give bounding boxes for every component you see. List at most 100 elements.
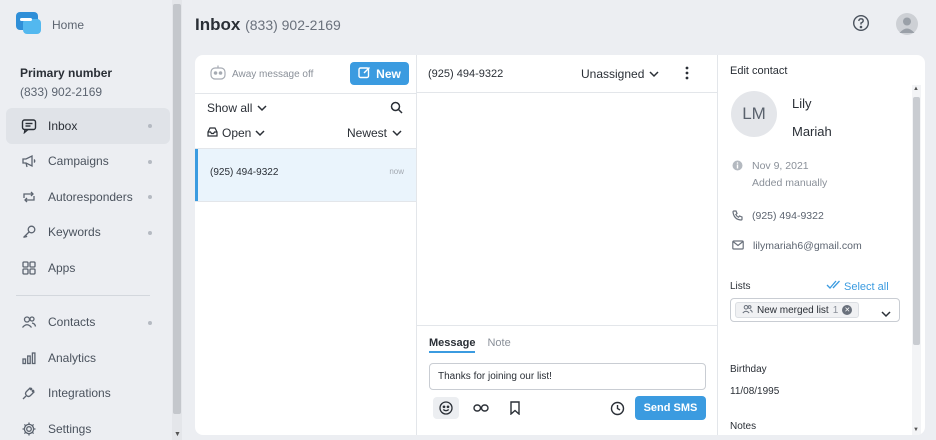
phone-icon xyxy=(732,210,743,224)
lists-label: Lists xyxy=(730,281,751,292)
sidebar-item-keywords[interactable]: Keywords xyxy=(6,215,170,251)
double-check-icon xyxy=(826,280,841,293)
avatar: LM xyxy=(731,91,777,137)
contact-scrollbar[interactable]: ▲ ▼ xyxy=(912,85,921,435)
tab-note[interactable]: Note xyxy=(487,337,510,353)
grid-icon xyxy=(20,259,38,277)
list-chip-label: New merged list xyxy=(757,304,829,316)
sidebar-item-integrations[interactable]: Integrations xyxy=(6,376,170,412)
primary-number-block: Primary number (833) 902-2169 xyxy=(20,66,112,99)
sidebar-item-label: Settings xyxy=(48,421,92,436)
status-dot xyxy=(148,195,152,199)
clock-icon[interactable] xyxy=(604,397,630,419)
away-message-toggle[interactable]: Away message off xyxy=(209,65,313,84)
contact-phone[interactable]: (925) 494-9322 xyxy=(752,210,824,222)
search-icon[interactable] xyxy=(390,101,403,119)
scroll-down-arrow-icon[interactable]: ▼ xyxy=(913,427,919,433)
show-filter-label: Show all xyxy=(207,101,253,115)
select-all-link[interactable]: Select all xyxy=(826,280,889,293)
divider xyxy=(195,201,417,202)
send-sms-button[interactable]: Send SMS xyxy=(635,396,706,420)
scroll-up-arrow-icon[interactable]: ▲ xyxy=(913,86,919,92)
assignee-dropdown[interactable]: Unassigned xyxy=(581,67,659,81)
plug-icon xyxy=(20,384,38,402)
scrollbar-thumb[interactable] xyxy=(913,97,920,345)
status-filter-dropdown[interactable]: Open xyxy=(207,126,265,140)
sidebar-item-contacts[interactable]: Contacts xyxy=(6,305,170,341)
home-label: Home xyxy=(52,18,85,32)
birthday-value[interactable]: 11/08/1995 xyxy=(730,386,779,397)
more-options-icon[interactable] xyxy=(685,66,689,85)
conversation-list-panel: Away message off New Show all Open Newes… xyxy=(195,55,417,435)
bookmark-icon[interactable] xyxy=(502,397,528,419)
status-dot xyxy=(148,124,152,128)
megaphone-icon xyxy=(20,152,38,170)
sidebar-divider xyxy=(16,294,150,296)
emoji-icon[interactable] xyxy=(433,397,459,419)
sidebar-item-label: Inbox xyxy=(48,118,78,133)
help-icon[interactable] xyxy=(852,14,870,37)
home-link[interactable]: Home xyxy=(14,10,84,40)
conversation-panel: (925) 494-9322 Unassigned Message Note T… xyxy=(417,55,718,435)
scrollbar-thumb[interactable] xyxy=(173,4,181,414)
edit-contact-title: Edit contact xyxy=(730,65,788,77)
scroll-down-arrow-icon[interactable]: ▼ xyxy=(174,431,181,438)
robot-icon xyxy=(209,65,227,84)
chevron-down-icon xyxy=(255,126,265,140)
birthday-label: Birthday xyxy=(730,364,767,375)
sort-label: Newest xyxy=(346,126,387,140)
primary-number-title: Primary number xyxy=(20,66,113,80)
contact-added-date: Nov 9, 2021 xyxy=(752,160,809,172)
sidebar-item-inbox[interactable]: Inbox xyxy=(6,108,170,144)
tab-message[interactable]: Message xyxy=(429,337,476,353)
sidebar-item-analytics[interactable]: Analytics xyxy=(6,340,170,376)
inbox-tray-icon xyxy=(207,126,218,140)
sidebar-item-label: Integrations xyxy=(48,386,111,401)
lists-select[interactable]: New merged list 1 ✕ xyxy=(730,298,900,322)
link-icon[interactable] xyxy=(468,397,494,419)
contact-last-name[interactable]: Mariah xyxy=(792,124,832,139)
contact-email[interactable]: lilymariah6@gmail.com xyxy=(753,240,862,252)
contact-added-info: Nov 9, 2021 Added manually xyxy=(732,160,827,189)
sidebar-item-label: Analytics xyxy=(48,350,97,365)
user-avatar-icon[interactable] xyxy=(896,13,918,40)
conversation-title: (925) 494-9322 xyxy=(428,68,504,80)
sidebar-scrollbar[interactable]: ▼ xyxy=(172,0,182,440)
page-title-text: Inbox xyxy=(195,15,241,34)
bar-chart-icon xyxy=(20,349,38,367)
divider xyxy=(417,325,718,326)
chevron-down-icon xyxy=(257,101,267,115)
sidebar-item-label: Autoresponders xyxy=(48,189,133,204)
away-message-label: Away message off xyxy=(232,69,314,80)
new-message-button[interactable]: New xyxy=(350,62,409,85)
sidebar-item-campaigns[interactable]: Campaigns xyxy=(6,144,170,180)
inbox-card: Away message off New Show all Open Newes… xyxy=(195,55,925,435)
sidebar-item-label: Keywords xyxy=(48,225,101,240)
contact-added-via: Added manually xyxy=(752,177,828,189)
list-item[interactable]: (925) 494-9322 now xyxy=(195,149,416,201)
sidebar-item-autoresponders[interactable]: Autoresponders xyxy=(6,179,170,215)
select-all-label: Select all xyxy=(844,280,889,293)
contact-email-row: lilymariah6@gmail.com xyxy=(732,240,862,253)
sort-dropdown[interactable]: Newest xyxy=(347,126,402,140)
sidebar-item-settings[interactable]: Settings xyxy=(6,411,170,440)
contact-first-name[interactable]: Lily xyxy=(792,96,812,111)
sidebar: Home Primary number (833) 902-2169 Inbox… xyxy=(0,0,172,440)
chevron-down-icon[interactable] xyxy=(881,305,891,323)
key-icon xyxy=(20,223,38,241)
chevron-down-icon xyxy=(649,67,659,81)
assignee-label: Unassigned xyxy=(581,67,645,81)
primary-number-value: (833) 902-2169 xyxy=(20,85,103,99)
chevron-down-icon xyxy=(392,126,402,140)
new-button-label: New xyxy=(376,66,401,81)
status-dot xyxy=(148,230,152,235)
edit-icon xyxy=(358,66,371,82)
sidebar-item-apps[interactable]: Apps xyxy=(6,250,170,286)
divider xyxy=(417,92,718,93)
remove-chip-icon[interactable]: ✕ xyxy=(842,305,853,315)
message-input[interactable]: Thanks for joining our list! xyxy=(429,363,706,390)
sidebar-item-label: Contacts xyxy=(48,315,96,330)
app-logo xyxy=(14,10,44,40)
chat-bubble-icon xyxy=(20,117,38,135)
show-filter-dropdown[interactable]: Show all xyxy=(207,101,267,115)
